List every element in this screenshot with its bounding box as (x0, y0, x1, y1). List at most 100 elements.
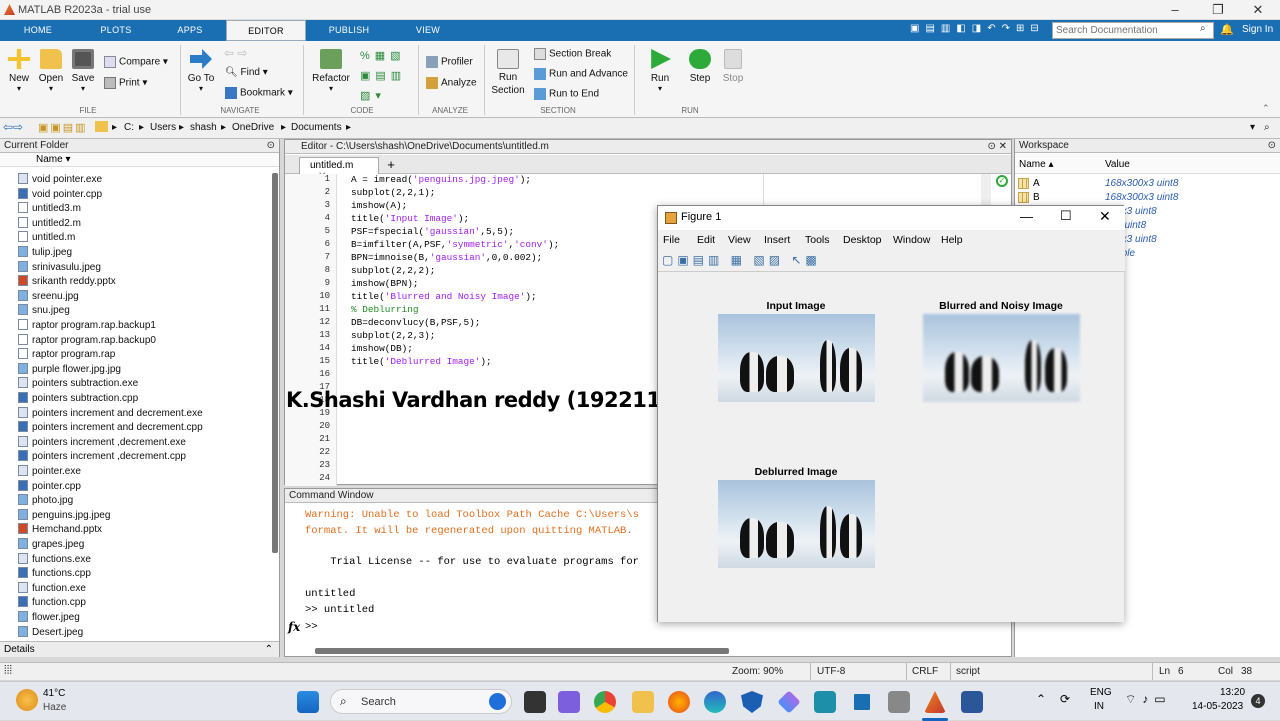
chrome-icon[interactable] (594, 691, 616, 713)
file-item[interactable]: photo.jpg (18, 494, 73, 509)
tab-view[interactable]: VIEW (400, 20, 456, 41)
figure-menu-desktop[interactable]: Desktop (843, 234, 882, 246)
notification-badge[interactable]: 4 (1251, 694, 1265, 708)
run-and-advance-button[interactable]: Run and Advance (534, 68, 628, 80)
figure-menu-tools[interactable]: Tools (805, 234, 830, 246)
file-item[interactable]: Desert.jpeg (18, 625, 83, 637)
file-item[interactable]: untitled.m (18, 231, 75, 246)
workspace-variable-row[interactable]: B 168x300x3 uint8 (1015, 191, 1280, 205)
figure-maximize-button[interactable]: ☐ (1060, 208, 1072, 224)
sync-icon[interactable]: ⟳ (1060, 692, 1070, 706)
folder-nav-icons[interactable]: ▣▣▤▥ (38, 121, 88, 134)
figure-close-button[interactable]: ✕ (1099, 208, 1111, 225)
maximize-button[interactable]: ❐ (1203, 2, 1233, 18)
clock-date[interactable]: 14-05-2023 (1192, 701, 1243, 712)
code-line[interactable]: subplot(2,2,1); (351, 187, 435, 198)
figure-minimize-button[interactable]: — (1020, 209, 1033, 224)
code-line[interactable]: A = imread('penguins.jpg.jpeg'); (351, 174, 531, 185)
save-button[interactable]: Save ▾ (70, 49, 96, 93)
breadcrumb-documents[interactable]: Documents (291, 122, 342, 133)
browse-icon[interactable]: ⌕ (1264, 122, 1270, 133)
file-item[interactable]: sreenu.jpg (18, 289, 79, 305)
code-line[interactable]: title('Input Image'); (351, 213, 469, 224)
file-item[interactable]: raptor program.rap (18, 348, 115, 363)
tab-home[interactable]: HOME (10, 20, 66, 41)
word-icon[interactable] (961, 691, 983, 713)
code-line[interactable]: imshow(A); (351, 200, 407, 211)
breadcrumb-users[interactable]: Users (150, 122, 176, 133)
photos-icon[interactable] (851, 691, 873, 713)
open-button[interactable]: Open ▾ (37, 49, 65, 93)
notification-bell-icon[interactable]: 🔔 (1220, 23, 1234, 36)
section-break-button[interactable]: Section Break (534, 48, 611, 60)
teams-icon[interactable] (558, 691, 580, 713)
copilot-icon[interactable] (777, 690, 801, 714)
file-item[interactable]: flower.jpeg (18, 611, 80, 626)
stop-button[interactable]: Stop (719, 49, 747, 84)
file-item[interactable]: pointer.cpp (18, 479, 81, 495)
figure-menu-help[interactable]: Help (941, 234, 963, 246)
command-prompt[interactable]: >> (305, 621, 318, 633)
run-section-button[interactable]: Run Section (488, 49, 528, 97)
name-column-header[interactable]: Name ▾ (0, 153, 279, 167)
address-dropdown-icon[interactable]: ▾ (1250, 122, 1255, 133)
defender-icon[interactable] (741, 691, 763, 713)
firefox-icon[interactable] (668, 691, 690, 713)
file-item[interactable]: Hemchand.pptx (18, 523, 102, 538)
file-item[interactable]: void pointer.cpp (18, 187, 102, 203)
file-explorer-icon[interactable] (632, 691, 654, 713)
code-tool-icons[interactable]: %▦▧ ▣▤▥ ▨▾ (360, 46, 406, 106)
file-item[interactable]: pointers increment ,decrement.exe (18, 435, 186, 451)
tab-plots[interactable]: PLOTS (88, 20, 144, 41)
col-name[interactable]: Name ▴ (1019, 159, 1054, 170)
file-item[interactable]: pointers increment and decrement.cpp (18, 421, 203, 436)
find-button[interactable]: 🔍︎ Find ▾ (225, 67, 268, 78)
nav-back-forward-icons[interactable]: ⇦⇨ (3, 120, 23, 134)
file-item[interactable]: raptor program.rap.backup1 (18, 319, 156, 334)
file-item[interactable]: pointers subtraction.exe (18, 377, 138, 392)
show-hidden-icons[interactable]: ⌃ (1036, 692, 1046, 706)
scrollbar[interactable] (272, 173, 278, 553)
file-item[interactable]: function.exe (18, 581, 86, 597)
file-item[interactable]: grapes.jpeg (18, 538, 84, 553)
search-icon[interactable]: ⌕ (1200, 23, 1206, 34)
col-value[interactable]: Value (1105, 159, 1130, 170)
language-region[interactable]: IN (1094, 701, 1104, 712)
figure-toolbar-icons[interactable]: ▢▣▤▥ ▦ ▧▨ ↖▩ (662, 253, 821, 267)
refactor-button[interactable]: Refactor ▾ (309, 49, 353, 93)
edge-icon[interactable] (704, 691, 726, 713)
file-item[interactable]: penguins.jpg.jpeg (18, 508, 110, 524)
figure-menu-insert[interactable]: Insert (764, 234, 790, 246)
go-to-button[interactable]: Go To ▾ (186, 49, 216, 93)
file-item[interactable]: untitled3.m (18, 202, 81, 217)
code-line[interactable]: BPN=imnoise(B,'gaussian',0,0.002); (351, 252, 542, 263)
weather-temp[interactable]: 41°C (43, 688, 65, 699)
clock-time[interactable]: 13:20 (1220, 687, 1245, 698)
code-line[interactable]: imshow(DB); (351, 343, 413, 354)
code-line[interactable]: subplot(2,2,2); (351, 265, 435, 276)
profiler-button[interactable]: Profiler (426, 56, 473, 68)
file-item[interactable]: pointers increment and decrement.exe (18, 406, 203, 422)
breadcrumb-shash[interactable]: shash (190, 122, 217, 133)
file-item[interactable]: function.cpp (18, 596, 86, 611)
file-item[interactable]: untitled2.m (18, 216, 81, 232)
store-icon[interactable] (814, 691, 836, 713)
file-item[interactable]: pointers subtraction.cpp (18, 392, 138, 407)
code-line[interactable]: title('Deblurred Image'); (351, 356, 492, 367)
breadcrumb-onedrive[interactable]: OneDrive (232, 122, 274, 133)
code-line[interactable]: subplot(2,2,3); (351, 330, 435, 341)
bookmark-button[interactable]: Bookmark ▾ (225, 87, 293, 99)
file-item[interactable]: pointers increment ,decrement.cpp (18, 450, 186, 465)
close-button[interactable]: ✕ (1243, 2, 1273, 18)
details-panel[interactable]: Details ⌃ (0, 641, 279, 657)
code-line[interactable]: B=imfilter(A,PSF,'symmetric','conv'); (351, 239, 559, 250)
run-to-end-button[interactable]: Run to End (534, 88, 599, 100)
breadcrumb-drive[interactable]: C: (124, 122, 134, 133)
matlab-icon[interactable] (924, 691, 946, 713)
figure-menu-edit[interactable]: Edit (697, 234, 715, 246)
tab-editor[interactable]: EDITOR (226, 20, 306, 41)
back-forward-icons[interactable]: ⇦ ⇨ (224, 46, 247, 60)
code-line[interactable]: DB=deconvlucy(B,PSF,5); (351, 317, 480, 328)
file-item[interactable]: srinivasulu.jpeg (18, 260, 101, 276)
windows-start-icon[interactable] (297, 691, 319, 713)
